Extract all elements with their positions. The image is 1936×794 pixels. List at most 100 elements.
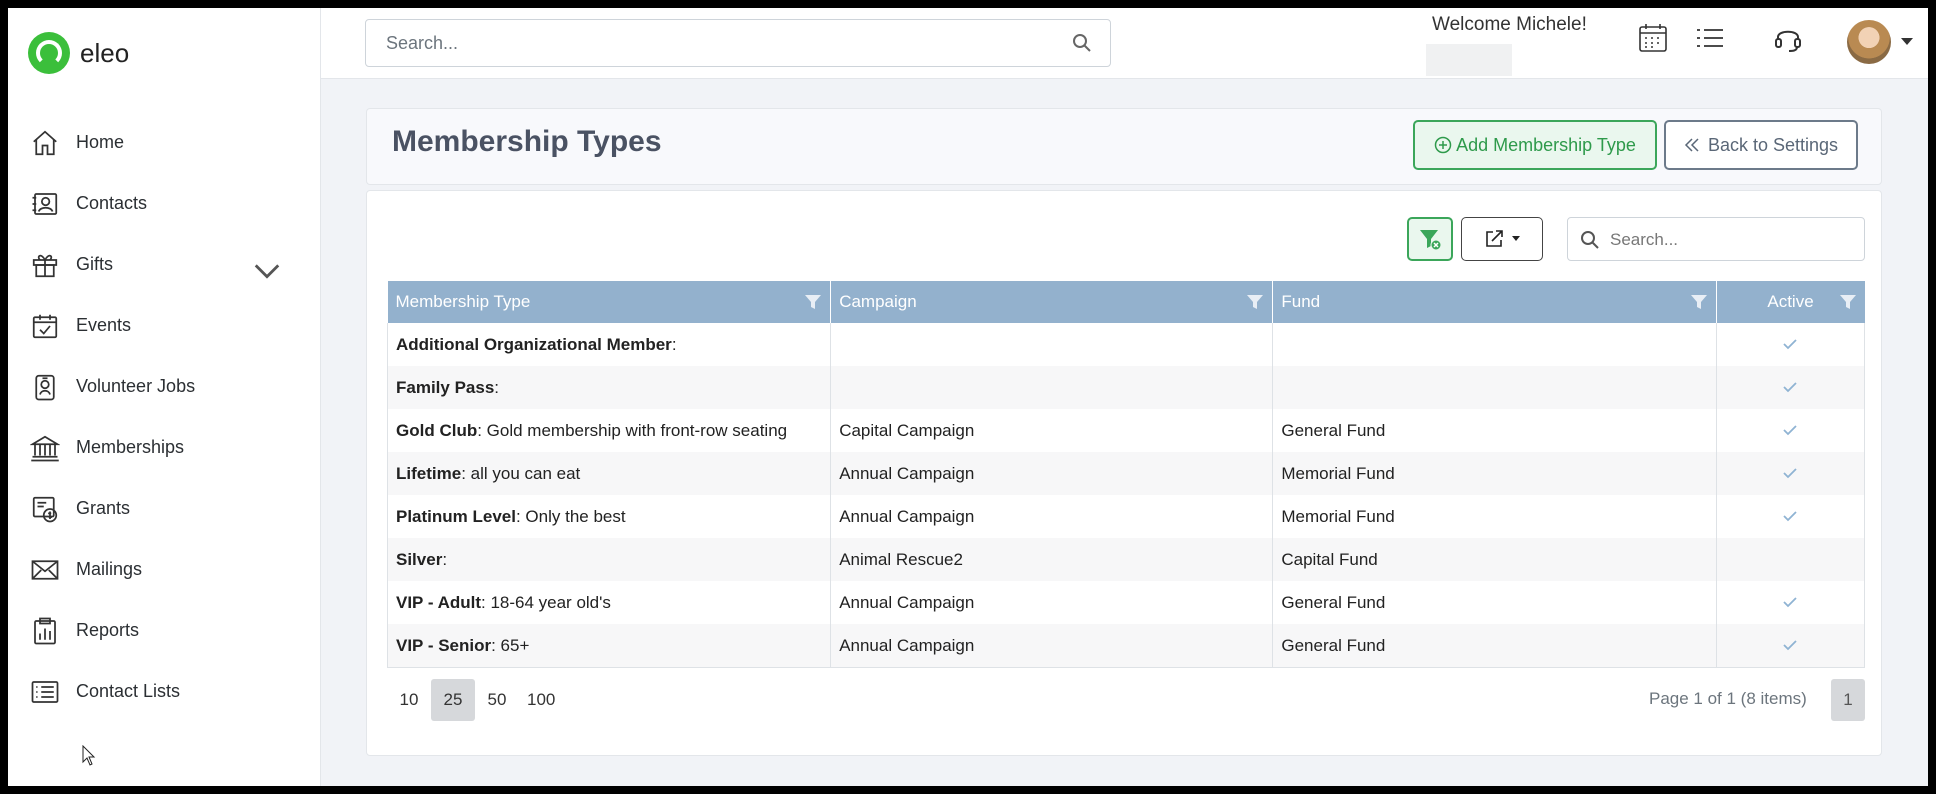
- cell-membership-type: Silver:: [387, 538, 832, 581]
- check-icon: [1783, 510, 1797, 521]
- cell-active: [1716, 452, 1865, 495]
- cell-active: [1716, 323, 1864, 366]
- table-row[interactable]: Platinum Level: Only the best Annual Camp…: [387, 495, 1865, 538]
- global-search-input[interactable]: [384, 20, 1048, 66]
- cell-membership-type: Family Pass:: [387, 366, 832, 409]
- task-list-icon[interactable]: [1694, 22, 1726, 54]
- membership-description: : Gold membership with front-row seating: [477, 420, 788, 440]
- sidebar-item-mailings[interactable]: Mailings: [8, 539, 320, 600]
- filter-icon[interactable]: [1690, 293, 1708, 311]
- page-size-25[interactable]: 25: [431, 679, 475, 721]
- sidebar-item-label: Events: [76, 315, 132, 335]
- sidebar-item-contacts[interactable]: Contacts: [8, 173, 320, 234]
- redacted-text: [1426, 44, 1512, 76]
- sidebar-item-label: Home: [76, 132, 125, 152]
- column-label: Active: [1767, 292, 1814, 311]
- cell-campaign: Animal Rescue2: [830, 538, 1274, 581]
- back-button-label: Back to Settings: [1707, 134, 1839, 155]
- mouse-cursor-icon: [82, 745, 96, 766]
- column-header-fund[interactable]: Fund: [1272, 281, 1717, 323]
- welcome-text: Welcome Michele!: [1432, 14, 1587, 35]
- calendar-icon[interactable]: [1637, 22, 1669, 54]
- double-chevron-left-icon: [1684, 138, 1699, 152]
- table-row[interactable]: Family Pass:: [387, 366, 1865, 409]
- membership-types-table: Membership Type Campaign Fund Active Add…: [387, 281, 1865, 668]
- back-to-settings-button[interactable]: Back to Settings: [1664, 120, 1858, 170]
- membership-types-grid-card: Membership Type Campaign Fund Active Add…: [366, 190, 1882, 756]
- membership-description: :: [494, 377, 500, 397]
- cell-active: [1716, 624, 1865, 668]
- table-row[interactable]: Silver: Animal Rescue2 Capital Fund: [387, 538, 1865, 581]
- page-number-button[interactable]: 1: [1831, 679, 1865, 721]
- export-dropdown-button[interactable]: [1461, 217, 1543, 261]
- table-row[interactable]: Lifetime: all you can eat Annual Campaign…: [387, 452, 1865, 495]
- filter-clear-icon: [1420, 230, 1442, 251]
- search-icon: [1581, 231, 1599, 249]
- app-window: eleo Home Contacts Gifts Events Voluntee…: [8, 8, 1928, 786]
- page-info: Page 1 of 1 (8 items): [1649, 689, 1807, 708]
- cell-fund: Memorial Fund: [1272, 495, 1717, 538]
- grid-search-input[interactable]: [1608, 218, 1862, 262]
- column-label: Fund: [1281, 292, 1321, 311]
- cell-fund: General Fund: [1272, 624, 1717, 668]
- sidebar-item-label: Mailings: [76, 559, 143, 579]
- page-size-10[interactable]: 10: [387, 679, 431, 721]
- cell-fund: Capital Fund: [1272, 538, 1717, 581]
- global-search[interactable]: [365, 19, 1111, 67]
- sidebar-item-label: Memberships: [76, 437, 185, 457]
- membership-name: Additional Organizational Member: [396, 334, 672, 354]
- membership-name: Platinum Level: [396, 506, 516, 526]
- membership-name: Gold Club: [396, 420, 478, 440]
- cell-campaign: [830, 323, 1274, 366]
- grid-search[interactable]: [1567, 217, 1865, 262]
- clipboard-chart-icon: [34, 617, 56, 644]
- avatar[interactable]: [1847, 20, 1891, 64]
- column-header-campaign[interactable]: Campaign: [830, 281, 1274, 323]
- contacts-icon: [32, 192, 58, 215]
- caret-down-icon[interactable]: [1901, 38, 1913, 45]
- check-icon: [1783, 381, 1797, 392]
- sidebar-item-gifts[interactable]: Gifts: [8, 234, 320, 295]
- sidebar-item-grants[interactable]: Grants: [8, 478, 320, 539]
- bank-icon: [30, 435, 60, 461]
- home-icon: [33, 130, 57, 155]
- headset-icon[interactable]: [1772, 22, 1804, 54]
- column-header-active[interactable]: Active: [1716, 281, 1865, 323]
- sidebar-item-memberships[interactable]: Memberships: [8, 417, 320, 478]
- chevron-down-icon[interactable]: [252, 256, 282, 286]
- cell-fund: [1272, 366, 1717, 409]
- filter-icon[interactable]: [1246, 293, 1264, 311]
- filter-icon[interactable]: [1839, 293, 1857, 311]
- membership-description: : 65+: [491, 635, 530, 655]
- cell-membership-type: VIP - Adult: 18-64 year old's: [387, 581, 832, 624]
- column-header-membership-type[interactable]: Membership Type: [387, 281, 832, 323]
- table-row[interactable]: VIP - Senior: 65+ Annual Campaign General …: [387, 624, 1865, 668]
- membership-name: Family Pass: [396, 377, 495, 397]
- sidebar-item-home[interactable]: Home: [8, 112, 320, 173]
- page-size-50[interactable]: 50: [475, 679, 519, 721]
- clear-filter-button[interactable]: [1407, 217, 1453, 261]
- table-row[interactable]: Additional Organizational Member:: [387, 323, 1865, 366]
- cell-campaign: Annual Campaign: [830, 624, 1274, 668]
- cell-fund: [1272, 323, 1717, 366]
- sidebar-item-volunteer-jobs[interactable]: Volunteer Jobs: [8, 356, 320, 417]
- calendar-check-icon: [32, 314, 58, 338]
- filter-icon[interactable]: [804, 293, 822, 311]
- logo[interactable]: eleo: [28, 32, 129, 74]
- table-row[interactable]: VIP - Adult: 18-64 year old's Annual Camp…: [387, 581, 1865, 624]
- page-size-100[interactable]: 100: [519, 679, 563, 721]
- search-icon[interactable]: [1072, 33, 1092, 53]
- sidebar-item-label: Gifts: [76, 254, 114, 274]
- add-button-label: Add Membership Type: [1456, 134, 1636, 155]
- table-row[interactable]: Gold Club: Gold membership with front-ro…: [387, 409, 1865, 452]
- plus-circle-icon: [1434, 136, 1452, 154]
- add-membership-type-button[interactable]: Add Membership Type: [1413, 120, 1657, 170]
- sidebar-item-events[interactable]: Events: [8, 295, 320, 356]
- list-icon: [31, 680, 59, 703]
- cell-membership-type: Platinum Level: Only the best: [387, 495, 832, 538]
- sidebar-item-contact-lists[interactable]: Contact Lists: [8, 661, 320, 722]
- cell-fund: General Fund: [1272, 581, 1717, 624]
- cell-membership-type: Additional Organizational Member:: [387, 323, 832, 366]
- sidebar: eleo Home Contacts Gifts Events Voluntee…: [8, 8, 321, 786]
- sidebar-item-reports[interactable]: Reports: [8, 600, 320, 661]
